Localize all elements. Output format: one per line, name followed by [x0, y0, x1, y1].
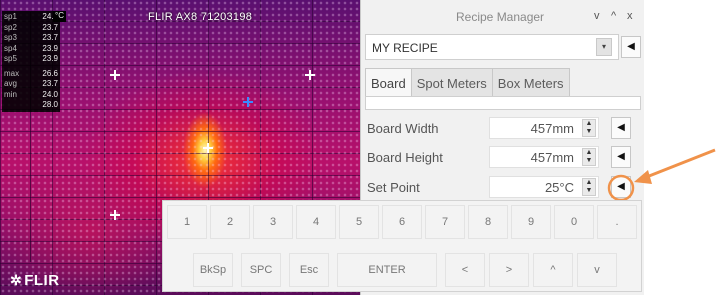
board-width-label: Board Width — [367, 121, 439, 136]
maximize-button[interactable]: ^ — [611, 10, 616, 22]
key-period[interactable]: . — [597, 205, 637, 239]
flir-logo-icon: ✲ — [10, 272, 23, 288]
recipe-dropdown-button[interactable]: ▾ — [596, 38, 612, 56]
backspace-key[interactable]: BkSp — [193, 253, 233, 287]
screen: FLIR AX8 71203198 sp1 24.2 sp2 23.7 sp3 23.… — [0, 0, 717, 295]
tab-content — [365, 96, 641, 110]
spot-marker — [305, 70, 315, 80]
tab-bar: Board Spot Meters Box Meters — [365, 68, 570, 96]
tab-spot-meters[interactable]: Spot Meters — [410, 68, 493, 96]
recipe-select[interactable]: MY RECIPE — [365, 34, 619, 60]
readout-row: min 24.0 — [4, 89, 58, 99]
camera-title: FLIR AX8 71203198 — [148, 11, 253, 23]
key-3[interactable]: 3 — [253, 205, 293, 239]
left-arrow-key[interactable]: < — [445, 253, 485, 287]
up-arrow-key[interactable]: ^ — [533, 253, 573, 287]
enter-key[interactable]: ENTER — [337, 253, 437, 287]
measurement-readouts: sp1 24.2 sp2 23.7 sp3 23.7 sp4 23.9 sp5 23.9 … — [2, 11, 66, 112]
spot-marker — [203, 143, 213, 153]
readout-row: sp3 23.7 — [4, 33, 58, 42]
readout-row: sp1 24.2 — [4, 12, 58, 21]
key-4[interactable]: 4 — [296, 205, 336, 239]
close-button[interactable]: x — [627, 10, 633, 22]
readout-row: sp2 23.7 — [4, 22, 58, 32]
right-arrow-key[interactable]: > — [489, 253, 529, 287]
set-point-label: Set Point — [367, 180, 420, 195]
spot-marker — [243, 97, 253, 107]
window-title: Recipe Manager — [456, 10, 545, 24]
spot-marker — [110, 210, 120, 220]
key-8[interactable]: 8 — [468, 205, 508, 239]
flir-logo: ✲ FLIR — [10, 272, 60, 289]
minimize-button[interactable]: v — [594, 10, 600, 22]
on-screen-keyboard: 1 2 3 4 5 6 7 8 9 0 . BkSp SPC Esc ENTER… — [162, 200, 642, 292]
readout-row: sp5 23.9 — [4, 54, 58, 63]
spot-marker — [110, 70, 120, 80]
readout-row: max 26.6 — [4, 68, 58, 78]
tab-box-meters[interactable]: Box Meters — [491, 68, 570, 96]
key-2[interactable]: 2 — [210, 205, 250, 239]
title-bar: Recipe Manager v ^ x — [361, 0, 644, 30]
key-5[interactable]: 5 — [339, 205, 379, 239]
space-key[interactable]: SPC — [241, 253, 281, 287]
board-height-spinner[interactable]: ▲ ▼ — [582, 148, 596, 166]
board-width-arrow-button[interactable]: ◀ — [611, 117, 631, 139]
down-arrow-key[interactable]: v — [577, 253, 617, 287]
key-6[interactable]: 6 — [382, 205, 422, 239]
set-point-spinner[interactable]: ▲ ▼ — [582, 178, 596, 196]
key-1[interactable]: 1 — [167, 205, 207, 239]
callout-arrow-icon — [607, 148, 716, 200]
key-0[interactable]: 0 — [554, 205, 594, 239]
board-height-label: Board Height — [367, 150, 443, 165]
key-9[interactable]: 9 — [511, 205, 551, 239]
escape-key[interactable]: Esc — [289, 253, 329, 287]
recipe-arrow-button[interactable]: ◀ — [621, 36, 641, 58]
tab-board[interactable]: Board — [365, 68, 412, 96]
key-7[interactable]: 7 — [425, 205, 465, 239]
readout-row: sp4 23.9 — [4, 43, 58, 53]
board-width-spinner[interactable]: ▲ ▼ — [582, 119, 596, 137]
readout-row: 28.0 — [42, 100, 58, 109]
readout-row: avg 23.7 — [4, 79, 58, 88]
temperature-unit: °C — [53, 11, 66, 22]
